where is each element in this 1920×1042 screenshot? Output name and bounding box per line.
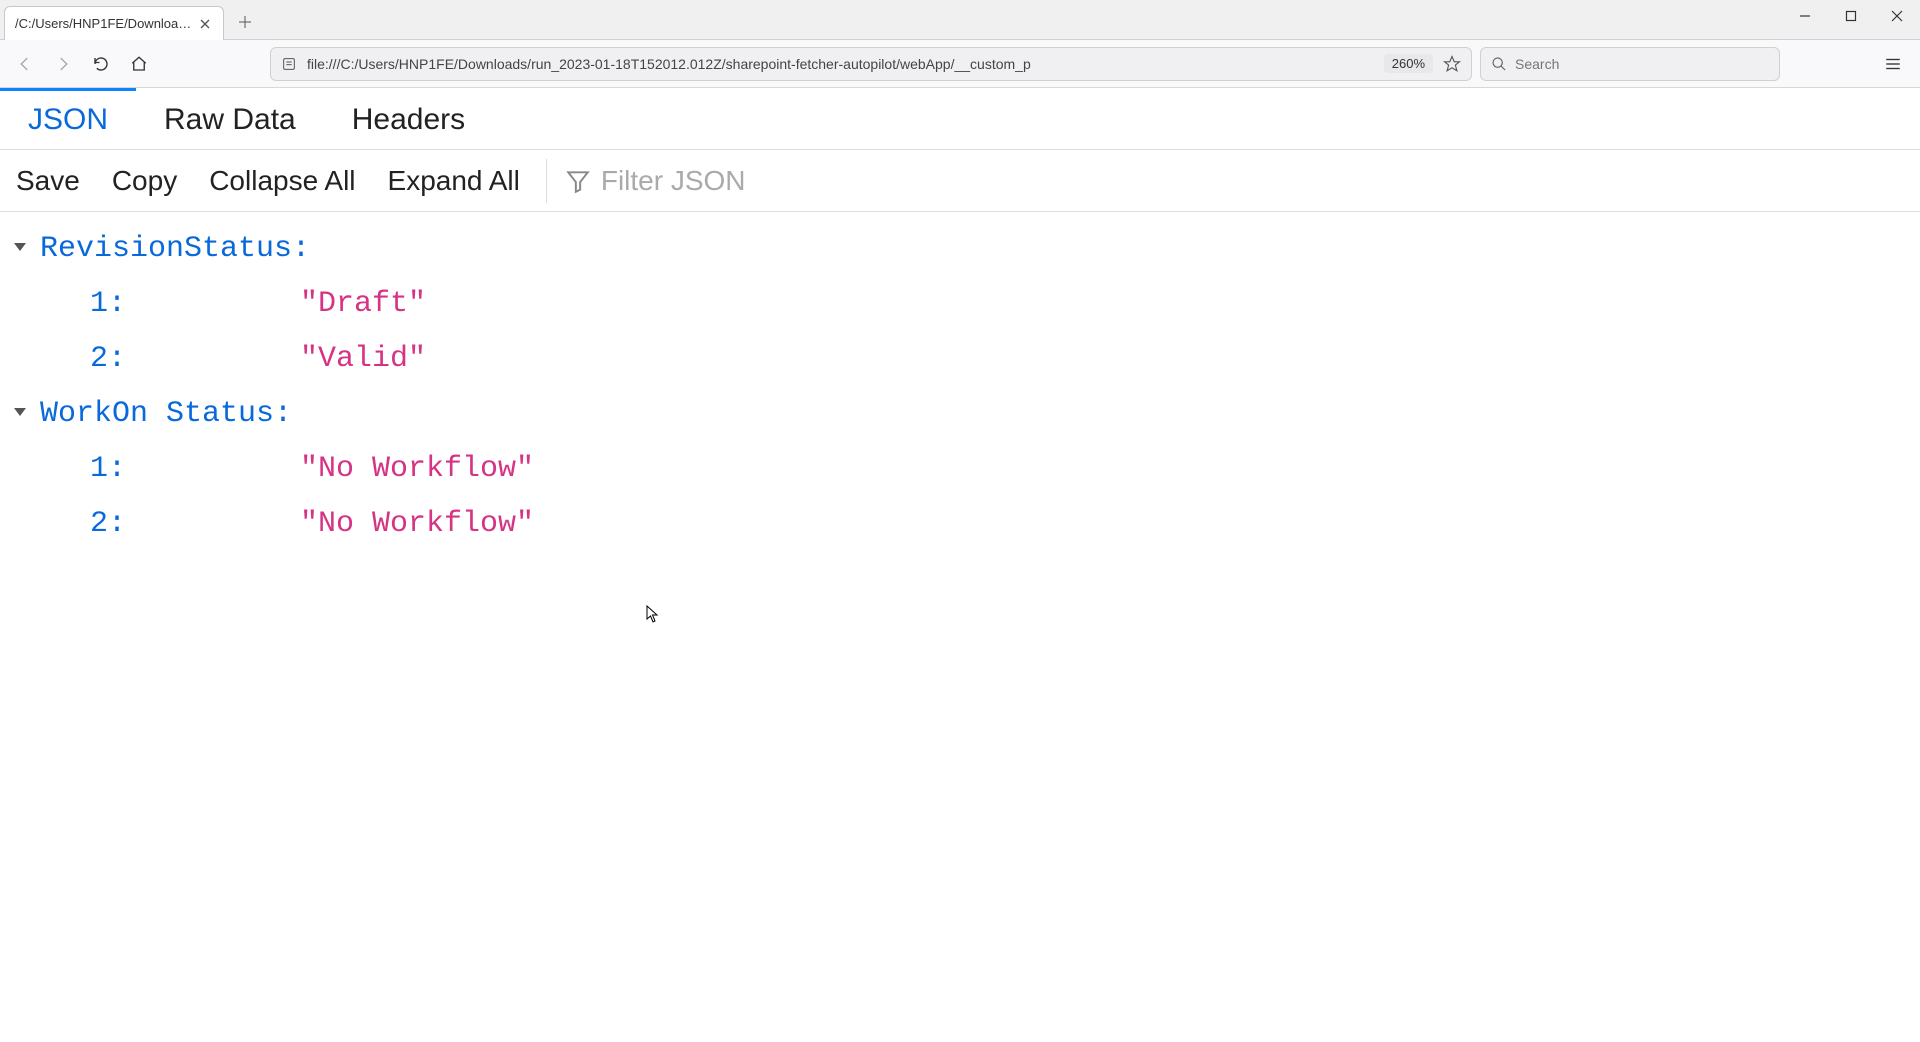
browser-tab[interactable]: /C:/Users/HNP1FE/Downloads/run_... — [4, 6, 224, 40]
window-close-button[interactable] — [1874, 0, 1920, 32]
tab-raw-data[interactable]: Raw Data — [136, 88, 324, 149]
save-button[interactable]: Save — [0, 165, 96, 197]
chevron-down-icon[interactable] — [0, 224, 40, 275]
json-child-row[interactable]: 2:"Valid" — [0, 332, 1920, 387]
search-bar[interactable] — [1480, 47, 1780, 81]
back-button[interactable] — [10, 49, 40, 79]
window-controls — [1782, 0, 1920, 40]
json-toolbar: Save Copy Collapse All Expand All — [0, 150, 1920, 212]
json-viewer: JSON Raw Data Headers Save Copy Collapse… — [0, 88, 1920, 1042]
json-value: "No Workflow" — [300, 444, 534, 495]
nav-toolbar: 260% — [0, 40, 1920, 88]
browser-tabbar: /C:/Users/HNP1FE/Downloads/run_... — [0, 0, 1920, 40]
browser-tab-title: /C:/Users/HNP1FE/Downloads/run_... — [15, 16, 197, 31]
window-maximize-button[interactable] — [1828, 0, 1874, 32]
json-value: "Valid" — [300, 334, 426, 385]
json-child-row[interactable]: 1:"Draft" — [0, 277, 1920, 332]
json-child-row[interactable]: 2:"No Workflow" — [0, 497, 1920, 552]
address-bar[interactable]: 260% — [270, 47, 1472, 81]
copy-button[interactable]: Copy — [96, 165, 193, 197]
reload-button[interactable] — [86, 49, 116, 79]
json-tree: RevisionStatus:1:"Draft"2:"Valid"WorkOn … — [0, 212, 1920, 582]
page-info-icon[interactable] — [281, 56, 297, 72]
window-minimize-button[interactable] — [1782, 0, 1828, 32]
json-key: 1: — [0, 279, 300, 330]
json-value: "No Workflow" — [300, 499, 534, 550]
json-child-row[interactable]: 1:"No Workflow" — [0, 442, 1920, 497]
json-key: WorkOn Status: — [40, 389, 340, 440]
view-tabs: JSON Raw Data Headers — [0, 88, 1920, 150]
search-input[interactable] — [1515, 56, 1769, 72]
collapse-all-button[interactable]: Collapse All — [193, 165, 371, 197]
filter-icon — [565, 168, 591, 194]
json-key: RevisionStatus: — [40, 224, 340, 275]
filter-json-input[interactable] — [601, 165, 1001, 197]
json-key: 1: — [0, 444, 300, 495]
json-key: 2: — [0, 499, 300, 550]
home-button[interactable] — [124, 49, 154, 79]
chevron-down-icon[interactable] — [0, 389, 40, 440]
url-input[interactable] — [307, 56, 1374, 72]
forward-button[interactable] — [48, 49, 78, 79]
tab-json[interactable]: JSON — [0, 88, 136, 149]
new-tab-button[interactable] — [230, 7, 260, 37]
json-value: "Draft" — [300, 279, 426, 330]
json-key: 2: — [0, 334, 300, 385]
toolbar-separator — [546, 159, 547, 203]
close-tab-icon[interactable] — [197, 16, 213, 32]
zoom-badge[interactable]: 260% — [1384, 54, 1433, 73]
search-icon — [1491, 56, 1507, 72]
filter-wrap — [557, 165, 1001, 197]
app-menu-button[interactable] — [1876, 47, 1910, 81]
json-node[interactable]: RevisionStatus: — [0, 222, 1920, 277]
json-node[interactable]: WorkOn Status: — [0, 387, 1920, 442]
bookmark-star-icon[interactable] — [1443, 55, 1461, 73]
expand-all-button[interactable]: Expand All — [372, 165, 536, 197]
tab-headers[interactable]: Headers — [324, 88, 493, 149]
